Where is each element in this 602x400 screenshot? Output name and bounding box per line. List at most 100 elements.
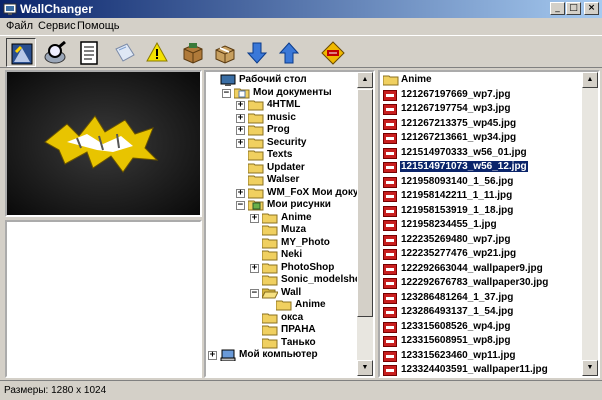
arrow-down-icon bbox=[246, 42, 268, 64]
minimize-button[interactable]: _ bbox=[550, 2, 565, 15]
file-name: 121267197754_wp3.jpg bbox=[401, 103, 511, 114]
jpg-file-icon bbox=[383, 220, 397, 231]
tree-item-label: Мои рисунки bbox=[267, 199, 331, 210]
folder-icon bbox=[262, 313, 278, 323]
folder-icon bbox=[248, 138, 264, 148]
folder-icon bbox=[248, 150, 264, 161]
jpg-file-icon bbox=[383, 307, 397, 318]
preview-image bbox=[7, 72, 200, 215]
folder-icon bbox=[262, 325, 278, 336]
jpg-file-icon bbox=[383, 118, 397, 130]
file-name: 123286493137_1_54.jpg bbox=[401, 306, 514, 317]
scroll-thumb[interactable] bbox=[357, 89, 373, 317]
tree-item-label: окса bbox=[281, 311, 304, 323]
menu-file[interactable]: Файл bbox=[6, 20, 33, 32]
tree-item-label: ПРАНА bbox=[281, 324, 316, 335]
title-bar[interactable]: WallChanger _ □ × bbox=[0, 0, 602, 18]
collapse-icon[interactable]: − bbox=[236, 201, 245, 210]
jpg-file-icon bbox=[383, 147, 397, 159]
maximize-button[interactable]: □ bbox=[566, 2, 581, 15]
folder-icon bbox=[248, 100, 264, 111]
expand-icon[interactable]: + bbox=[236, 126, 245, 135]
tree-item-label: Wall bbox=[281, 286, 302, 298]
desktop-icon bbox=[220, 74, 236, 86]
file-scroll-down-button[interactable]: ▼ bbox=[582, 360, 598, 376]
file-name: 121958234455_1.jpg bbox=[401, 219, 497, 230]
tree-item-label: Рабочий стол bbox=[239, 74, 307, 85]
tree-scrollbar[interactable]: ▲ ▼ bbox=[357, 72, 373, 376]
file-name: 121958142211_1_11.jpg bbox=[401, 190, 513, 201]
jpg-file-icon bbox=[383, 191, 397, 202]
hint-button[interactable] bbox=[142, 38, 172, 67]
collapse-icon[interactable]: − bbox=[222, 88, 231, 98]
jpg-file-icon bbox=[383, 249, 397, 260]
edit-button[interactable] bbox=[110, 38, 140, 67]
lightbulb-icon bbox=[146, 41, 168, 62]
collapse-icon[interactable]: − bbox=[250, 288, 259, 298]
folder-name: Anime bbox=[401, 74, 432, 85]
menu-help[interactable]: Помощь bbox=[77, 20, 120, 32]
tree-item-label: music bbox=[267, 111, 296, 123]
jpg-file-icon bbox=[383, 292, 397, 304]
tree-item-label: Muza bbox=[281, 224, 306, 235]
jpg-file-icon bbox=[383, 89, 397, 101]
file-name: 123324403591_wallpaper11.jpg bbox=[401, 364, 548, 375]
document-icon bbox=[80, 41, 98, 65]
tree-item-label: Security bbox=[267, 136, 307, 148]
file-name: 121514971073_w56_12.jpg bbox=[399, 160, 529, 173]
menu-service[interactable]: Сервис bbox=[38, 20, 76, 32]
file-name: 121267213375_wp45.jpg bbox=[401, 117, 517, 129]
file-scrollbar[interactable]: ▲ ▼ bbox=[582, 72, 598, 376]
jpg-file-icon bbox=[383, 321, 397, 333]
move-down-button[interactable] bbox=[242, 38, 272, 67]
expand-icon[interactable]: + bbox=[208, 351, 217, 360]
file-name: 123315608526_wp4.jpg bbox=[401, 320, 511, 332]
archive-button[interactable] bbox=[210, 38, 240, 67]
tree-item-label: MY_Photo bbox=[281, 236, 330, 248]
folder-icon bbox=[262, 250, 278, 261]
jpg-file-icon bbox=[383, 104, 397, 115]
file-name: 123286481264_1_37.jpg bbox=[401, 291, 514, 303]
scroll-down-button[interactable]: ▼ bbox=[357, 360, 373, 376]
status-bar: Размеры: 1280 x 1024 bbox=[0, 380, 602, 400]
close-button[interactable]: × bbox=[584, 2, 599, 15]
folder-icon bbox=[262, 338, 278, 348]
expand-icon[interactable]: + bbox=[236, 101, 245, 110]
list-button[interactable] bbox=[74, 38, 104, 67]
tree-item-label: Texts bbox=[267, 149, 293, 160]
folder-icon bbox=[262, 263, 278, 273]
arrow-up-icon bbox=[278, 42, 300, 64]
folder-open-icon bbox=[262, 288, 278, 298]
folder-icon bbox=[262, 213, 278, 223]
folder-icon bbox=[248, 163, 264, 173]
expand-icon[interactable]: + bbox=[236, 138, 245, 148]
expand-icon[interactable]: + bbox=[236, 113, 245, 123]
window-title: WallChanger bbox=[20, 2, 93, 16]
file-name: 123315623460_wp11.jpg bbox=[401, 349, 516, 361]
jpg-file-icon bbox=[383, 365, 397, 376]
tree-item-label: Мой компьютер bbox=[239, 349, 318, 360]
jpg-file-icon bbox=[383, 278, 397, 289]
folder-icon bbox=[248, 113, 264, 123]
exit-button[interactable] bbox=[318, 38, 348, 67]
jpg-file-icon bbox=[383, 162, 397, 173]
tree-item-label: Anime bbox=[281, 211, 312, 223]
parcel-icon bbox=[215, 45, 235, 64]
file-scroll-up-button[interactable]: ▲ bbox=[582, 72, 598, 88]
paper-icon bbox=[115, 43, 135, 62]
package-button[interactable] bbox=[178, 38, 208, 67]
tree-item-label: Мои документы bbox=[253, 86, 332, 98]
folder-tree[interactable]: Рабочий стол − Мои документы +4HTML + music + P… bbox=[204, 70, 375, 378]
file-name: 122292663044_wallpaper9.jpg bbox=[401, 262, 543, 274]
wallpaper-set-button[interactable] bbox=[6, 38, 36, 67]
expand-icon[interactable]: + bbox=[250, 213, 259, 223]
move-up-button[interactable] bbox=[274, 38, 304, 67]
file-list[interactable]: Anime 121267197669_wp7.jpg 121267197754_w… bbox=[378, 70, 600, 378]
expand-icon[interactable]: + bbox=[236, 188, 245, 198]
wallpaper-preview bbox=[5, 70, 202, 217]
search-button[interactable] bbox=[40, 38, 70, 67]
expand-icon[interactable]: + bbox=[250, 263, 259, 273]
folder-icon bbox=[262, 275, 278, 286]
my-pictures-icon bbox=[248, 200, 264, 211]
scroll-up-button[interactable]: ▲ bbox=[357, 72, 373, 88]
